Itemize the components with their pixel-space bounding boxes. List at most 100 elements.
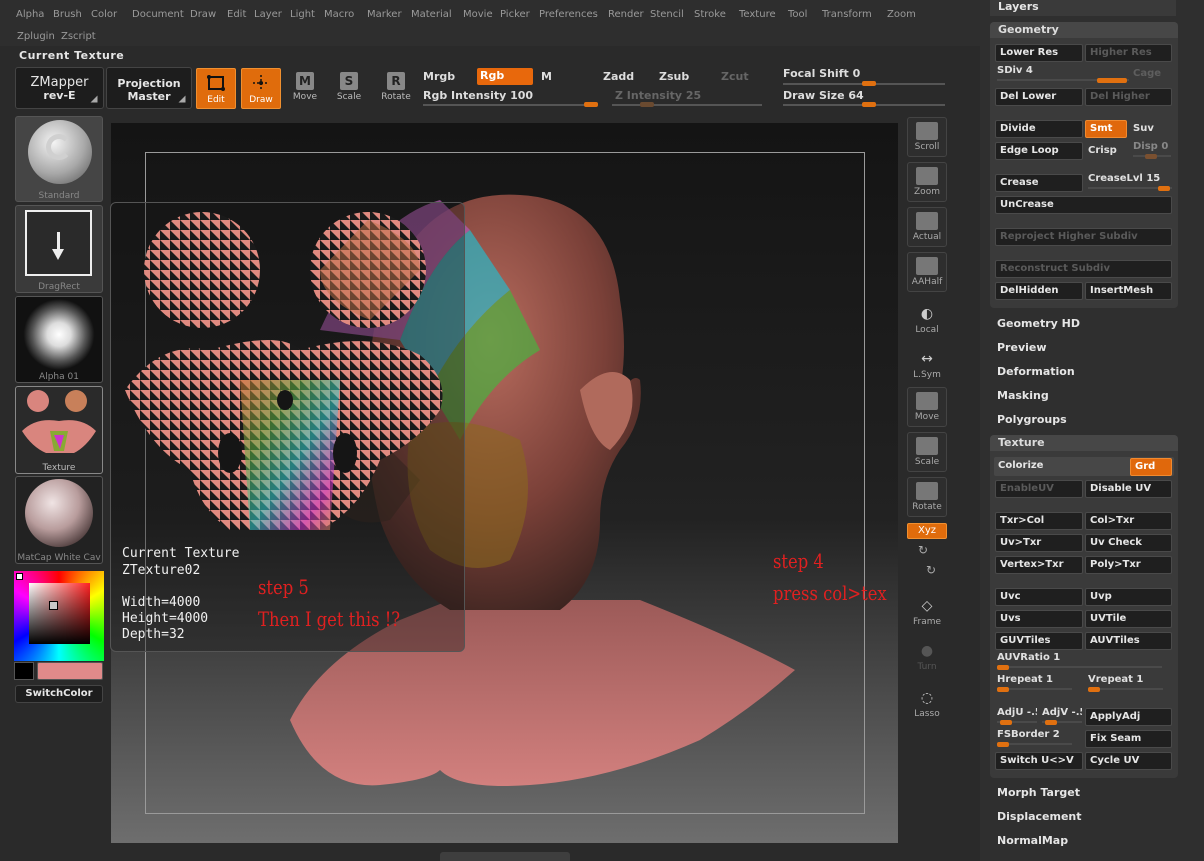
menu-document[interactable]: Document (132, 9, 184, 20)
menu-tool[interactable]: Tool (788, 9, 807, 20)
menu-stencil[interactable]: Stencil (650, 9, 684, 20)
enable-uv-button[interactable]: EnableUV (995, 480, 1083, 498)
z-intensity-slider[interactable] (612, 104, 762, 106)
menu-picker[interactable]: Picker (500, 9, 530, 20)
edit-button[interactable]: Edit (196, 68, 236, 109)
cage-button[interactable]: Cage (1133, 68, 1161, 79)
menu-draw[interactable]: Draw (190, 9, 216, 20)
texture-slot[interactable]: Texture (15, 386, 103, 474)
hue-cursor-icon[interactable] (16, 573, 23, 580)
menu-texture[interactable]: Texture (739, 9, 776, 20)
insertmesh-button[interactable]: InsertMesh (1085, 282, 1172, 300)
zoom-tool[interactable]: Zoom (907, 162, 947, 202)
bottom-tray-handle[interactable] (440, 852, 570, 861)
masking-header[interactable]: Masking (997, 389, 1049, 402)
uvtile-button[interactable]: UVTile (1085, 610, 1172, 628)
uvp-button[interactable]: Uvp (1085, 588, 1172, 606)
cycle-uv-button[interactable]: Cycle UV (1085, 752, 1172, 770)
rgb-toggle[interactable]: Rgb (477, 68, 533, 85)
suv-toggle[interactable]: Suv (1133, 123, 1154, 134)
menu-brush[interactable]: Brush (53, 9, 82, 20)
lower-res-button[interactable]: Lower Res (995, 44, 1083, 62)
uvs-button[interactable]: Uvs (995, 610, 1083, 628)
z-intensity-knob[interactable] (640, 102, 654, 107)
draw-button[interactable]: Draw (241, 68, 281, 109)
menu-zscript[interactable]: Zscript (61, 31, 96, 42)
zmapper-button[interactable]: ZMapper rev-E (15, 67, 104, 109)
turn-tool[interactable]: ● Turn (907, 638, 947, 678)
menu-preferences[interactable]: Preferences (539, 9, 598, 20)
menu-marker[interactable]: Marker (367, 9, 402, 20)
morph-target-header[interactable]: Morph Target (997, 786, 1080, 799)
rotate-z-icon[interactable]: ↻ (926, 563, 936, 577)
polygroups-header[interactable]: Polygroups (997, 413, 1067, 426)
vertex-txr-button[interactable]: Vertex>Txr (995, 556, 1083, 574)
actual-tool[interactable]: Actual (907, 207, 947, 247)
geometry-hd-header[interactable]: Geometry HD (997, 317, 1080, 330)
del-higher-button[interactable]: Del Higher (1085, 88, 1172, 106)
switch-uv-button[interactable]: Switch U<>V (995, 752, 1083, 770)
higher-res-button[interactable]: Higher Res (1085, 44, 1172, 62)
alpha-slot[interactable]: Alpha 01 (15, 296, 103, 383)
frame-tool[interactable]: ◇ Frame (907, 593, 947, 633)
displacement-header[interactable]: Displacement (997, 810, 1082, 823)
disp-slider[interactable]: Disp 0 (1133, 141, 1171, 159)
delhidden-button[interactable]: DelHidden (995, 282, 1083, 300)
rgb-intensity-knob[interactable] (584, 102, 598, 107)
m-toggle[interactable]: M (541, 70, 552, 83)
sdiv-slider[interactable]: SDiv 4 (997, 65, 1129, 83)
geometry-title[interactable]: Geometry (990, 22, 1178, 38)
xyz-toggle[interactable]: Xyz (907, 523, 947, 539)
uncrease-button[interactable]: UnCrease (995, 196, 1172, 214)
crease-level-slider[interactable]: CreaseLvl 15 (1088, 173, 1172, 191)
menu-movie[interactable]: Movie (463, 9, 493, 20)
disable-uv-button[interactable]: Disable UV (1085, 480, 1172, 498)
reproject-button[interactable]: Reproject Higher Subdiv (995, 228, 1172, 246)
scroll-tool[interactable]: Scroll (907, 117, 947, 157)
zcut-toggle[interactable]: Zcut (721, 70, 749, 83)
projection-master-button[interactable]: Projection Master (106, 67, 192, 109)
grd-toggle[interactable]: Grd (1130, 458, 1172, 476)
crease-button[interactable]: Crease (995, 174, 1083, 192)
stroke-slot[interactable]: DragRect (15, 205, 103, 293)
normalmap-header[interactable]: NormalMap (997, 834, 1068, 847)
secondary-color-swatch[interactable] (14, 662, 34, 680)
guvtiles-button[interactable]: GUVTiles (995, 632, 1083, 650)
switch-color-button[interactable]: SwitchColor (15, 685, 103, 703)
menu-color[interactable]: Color (91, 9, 117, 20)
lasso-tool[interactable]: ◌ Lasso (907, 685, 947, 725)
material-slot[interactable]: MatCap White Cav (15, 476, 103, 564)
rgb-intensity-slider[interactable] (423, 104, 597, 106)
vrepeat-slider[interactable]: Vrepeat 1 (1088, 674, 1163, 692)
draw-size-knob[interactable] (862, 102, 876, 107)
crisp-toggle[interactable]: Crisp (1088, 145, 1117, 156)
scale-view-tool[interactable]: Scale (907, 432, 947, 472)
move-view-tool[interactable]: Move (907, 387, 947, 427)
menu-zplugin[interactable]: Zplugin (17, 31, 55, 42)
applyadj-button[interactable]: ApplyAdj (1085, 708, 1172, 726)
saturation-square[interactable] (29, 583, 90, 644)
uvc-button[interactable]: Uvc (995, 588, 1083, 606)
menu-layer[interactable]: Layer (254, 9, 282, 20)
zsub-toggle[interactable]: Zsub (659, 70, 689, 83)
preview-header[interactable]: Preview (997, 341, 1047, 354)
color-cursor-icon[interactable] (49, 601, 58, 610)
focal-shift-knob[interactable] (862, 81, 876, 86)
txr-col-button[interactable]: Txr>Col (995, 512, 1083, 530)
layers-header[interactable]: Layers (990, 0, 1176, 16)
auvratio-slider[interactable]: AUVRatio 1 (997, 652, 1162, 670)
uv-check-button[interactable]: Uv Check (1085, 534, 1172, 552)
divide-button[interactable]: Divide (995, 120, 1083, 138)
mrgb-toggle[interactable]: Mrgb (423, 70, 455, 83)
menu-alpha[interactable]: Alpha (16, 9, 44, 20)
rotate-y-icon[interactable]: ↻ (918, 543, 928, 557)
menu-light[interactable]: Light (290, 9, 315, 20)
poly-txr-button[interactable]: Poly>Txr (1085, 556, 1172, 574)
fix-seam-button[interactable]: Fix Seam (1085, 730, 1172, 748)
brush-slot[interactable]: Standard (15, 116, 103, 202)
hrepeat-slider[interactable]: Hrepeat 1 (997, 674, 1072, 692)
uv-txr-button[interactable]: Uv>Txr (995, 534, 1083, 552)
rotate-tool[interactable]: R Rotate (377, 70, 415, 110)
zadd-toggle[interactable]: Zadd (603, 70, 634, 83)
reconstruct-button[interactable]: Reconstruct Subdiv (995, 260, 1172, 278)
